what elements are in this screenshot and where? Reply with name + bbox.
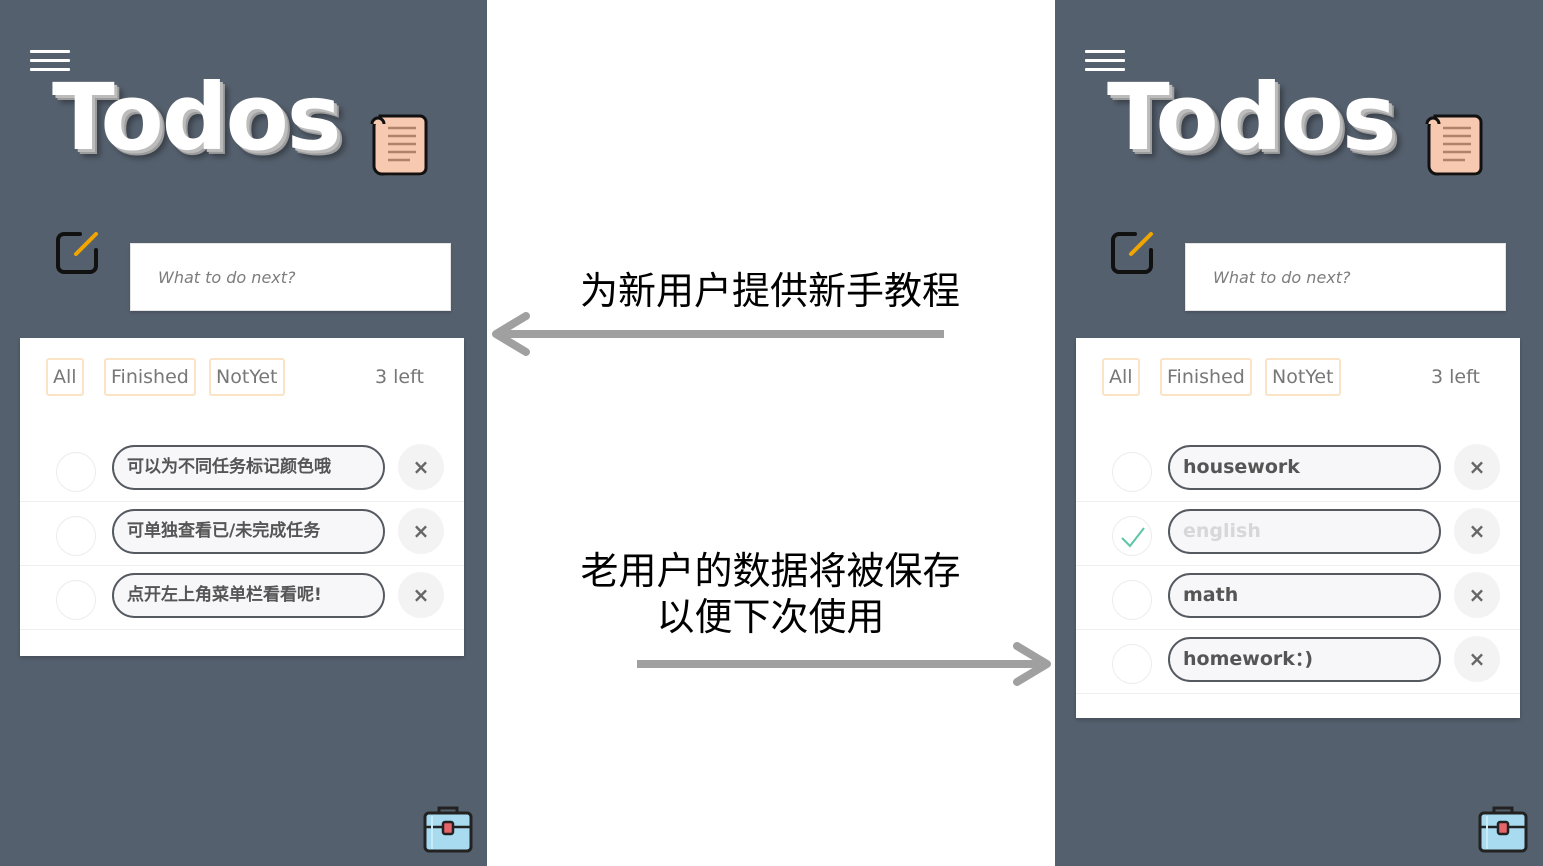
filter-bar: All Finished NotYet 3 left [20, 358, 464, 396]
arrow-left-icon [492, 312, 944, 356]
returning-user-caption: 老用户的数据将被保存 以便下次使用 [578, 548, 963, 640]
filter-notyet-button[interactable]: NotYet [1265, 358, 1341, 396]
close-icon: × [1468, 647, 1486, 671]
new-todo-input[interactable] [1186, 244, 1505, 310]
todo-text[interactable]: 可单独查看已/未完成任务 [112, 509, 385, 554]
returning-user-caption-line1: 老用户的数据将被保存 [580, 549, 961, 593]
right-app-screen: Todos All Finished NotYet 3 left housewo… [1055, 0, 1543, 866]
todo-checkbox[interactable] [1112, 580, 1152, 620]
app-title: Todos [1107, 64, 1397, 171]
todo-panel: All Finished NotYet 3 left housework × e… [1076, 338, 1520, 718]
edit-icon[interactable] [52, 228, 102, 278]
returning-user-caption-line2: 以便下次使用 [656, 595, 885, 639]
delete-todo-button[interactable]: × [1454, 572, 1500, 618]
filter-finished-button[interactable]: Finished [1160, 358, 1252, 396]
filter-all-button[interactable]: All [1102, 358, 1140, 396]
todo-text[interactable]: 可以为不同任务标记颜色哦 [112, 445, 385, 490]
todo-text[interactable]: 点开左上角菜单栏看看呢! [112, 573, 385, 618]
close-icon: × [1468, 519, 1486, 543]
todo-item: 可以为不同任务标记颜色哦 × [20, 438, 464, 502]
todo-checkbox[interactable] [1112, 452, 1152, 492]
todo-text[interactable]: math [1168, 573, 1441, 618]
filter-all-button[interactable]: All [46, 358, 84, 396]
todo-item: homework：) × [1076, 630, 1520, 694]
todo-checkbox[interactable] [1112, 644, 1152, 684]
todo-item: 点开左上角菜单栏看看呢! × [20, 566, 464, 630]
left-app-screen: Todos All Finished NotYet 3 left 可以为不同任务… [0, 0, 487, 866]
todo-item: housework × [1076, 438, 1520, 502]
delete-todo-button[interactable]: × [398, 444, 444, 490]
todo-panel: All Finished NotYet 3 left 可以为不同任务标记颜色哦 … [20, 338, 464, 656]
todo-item: 可单独查看已/未完成任务 × [20, 502, 464, 566]
app-title: Todos [52, 64, 342, 171]
scroll-icon [370, 114, 428, 176]
filter-finished-button[interactable]: Finished [104, 358, 196, 396]
delete-todo-button[interactable]: × [398, 572, 444, 618]
delete-todo-button[interactable]: × [1454, 508, 1500, 554]
close-icon: × [412, 519, 430, 543]
close-icon: × [1468, 455, 1486, 479]
close-icon: × [412, 583, 430, 607]
delete-todo-button[interactable]: × [1454, 444, 1500, 490]
todo-text[interactable]: english [1168, 509, 1441, 554]
todo-checkbox[interactable] [56, 516, 96, 556]
todo-checkbox[interactable] [56, 452, 96, 492]
new-todo-field[interactable] [1185, 243, 1506, 311]
delete-todo-button[interactable]: × [1454, 636, 1500, 682]
close-icon: × [412, 455, 430, 479]
todo-text[interactable]: homework：) [1168, 637, 1441, 682]
todo-checkbox[interactable] [56, 580, 96, 620]
arrow-right-icon [637, 642, 1051, 686]
new-todo-field[interactable] [130, 243, 451, 311]
delete-todo-button[interactable]: × [398, 508, 444, 554]
filter-notyet-button[interactable]: NotYet [209, 358, 285, 396]
check-icon [1121, 527, 1145, 548]
scroll-icon [1425, 114, 1483, 176]
remaining-count: 3 left [1431, 366, 1480, 388]
toolbox-icon[interactable] [422, 803, 474, 855]
close-icon: × [1468, 583, 1486, 607]
new-todo-input[interactable] [131, 244, 450, 310]
todo-item: math × [1076, 566, 1520, 630]
filter-bar: All Finished NotYet 3 left [1076, 358, 1520, 396]
todo-text[interactable]: housework [1168, 445, 1441, 490]
todo-item: english × [1076, 502, 1520, 566]
remaining-count: 3 left [375, 366, 424, 388]
todo-checkbox-checked[interactable] [1112, 516, 1152, 556]
toolbox-icon[interactable] [1477, 803, 1529, 855]
new-user-caption: 为新用户提供新手教程 [580, 269, 961, 313]
edit-icon[interactable] [1107, 228, 1157, 278]
